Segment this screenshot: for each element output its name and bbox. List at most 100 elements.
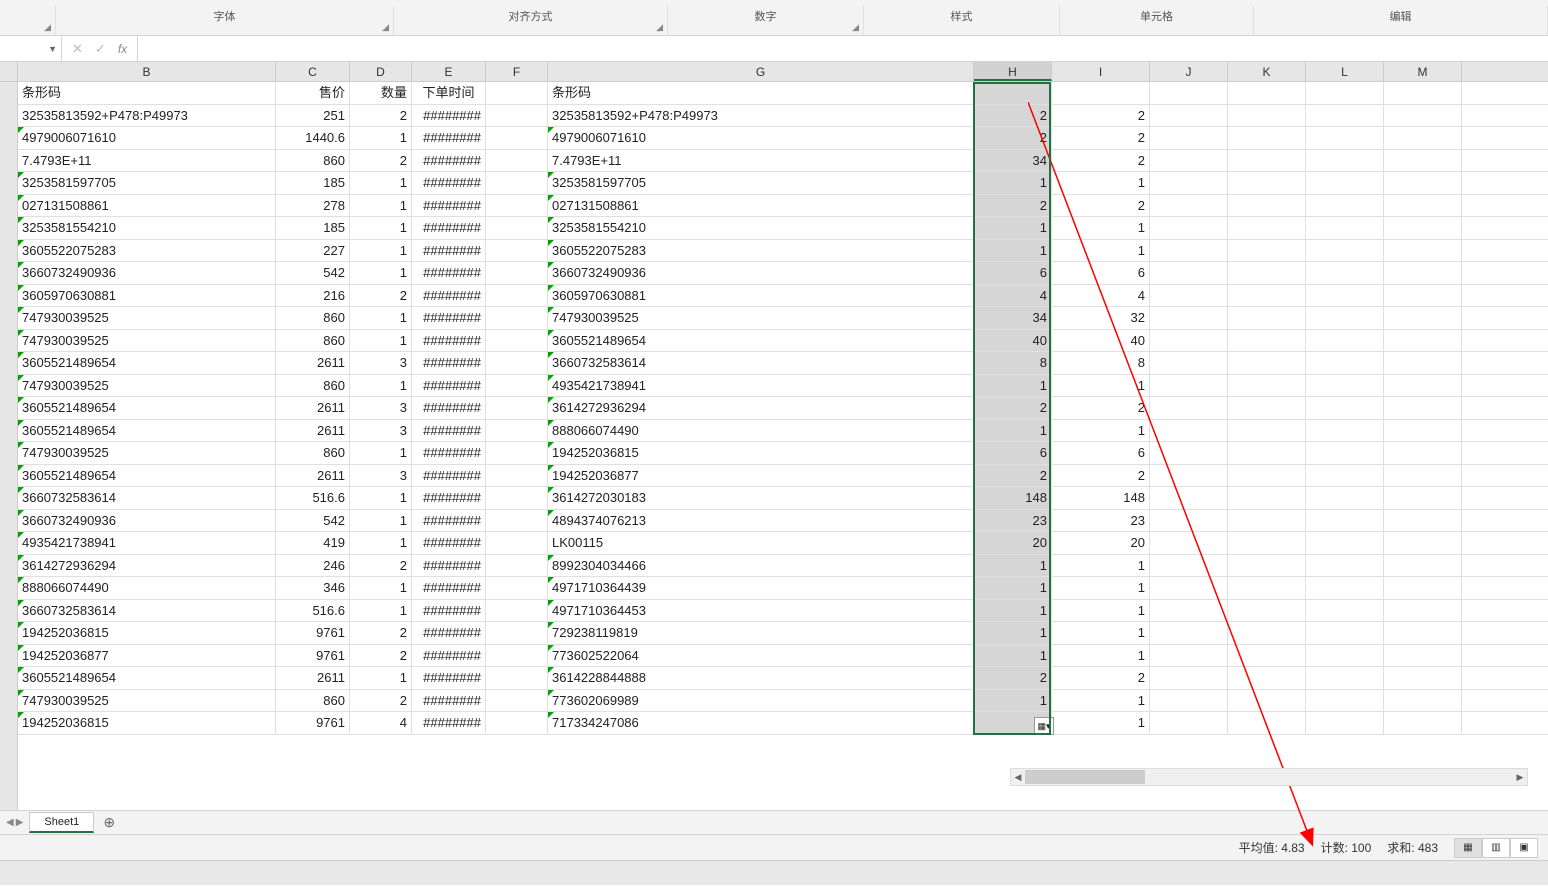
data-cell[interactable]: ######## [412,645,486,667]
data-cell[interactable]: 8 [1052,352,1150,374]
data-cell[interactable] [486,127,548,149]
sheet-tab[interactable]: Sheet1 [29,812,94,833]
error-indicator-icon[interactable] [18,690,24,696]
data-cell[interactable]: 2 [974,465,1052,487]
column-header[interactable]: C [276,62,350,81]
data-cell[interactable] [1228,307,1306,329]
data-cell[interactable] [1384,712,1462,734]
error-indicator-icon[interactable] [548,645,554,651]
data-cell[interactable]: 3605521489654 [18,667,276,689]
data-cell[interactable]: ######## [412,330,486,352]
cancel-icon[interactable]: ✕ [72,41,83,57]
data-cell[interactable]: 185 [276,217,350,239]
data-cell[interactable]: 20 [1052,532,1150,554]
error-indicator-icon[interactable] [548,442,554,448]
data-cell[interactable] [1228,420,1306,442]
data-cell[interactable]: 3 [350,397,412,419]
data-cell[interactable]: 3605522075283 [18,240,276,262]
data-cell[interactable]: 185 [276,172,350,194]
data-cell[interactable] [486,352,548,374]
data-cell[interactable] [1228,195,1306,217]
data-cell[interactable] [1228,127,1306,149]
data-cell[interactable] [486,600,548,622]
data-cell[interactable]: 6 [1052,442,1150,464]
scroll-right-icon[interactable]: ▶ [1513,772,1527,783]
data-cell[interactable]: ######## [412,127,486,149]
data-cell[interactable]: 860 [276,330,350,352]
formula-input[interactable] [138,36,1548,61]
data-cell[interactable]: 2 [350,555,412,577]
data-cell[interactable]: 3605521489654 [18,420,276,442]
data-cell[interactable]: 194252036815 [18,622,276,644]
data-cell[interactable] [1306,307,1384,329]
data-cell[interactable] [1306,577,1384,599]
error-indicator-icon[interactable] [18,555,24,561]
dialog-launcher-icon[interactable]: ◢ [852,22,859,33]
error-indicator-icon[interactable] [548,622,554,628]
data-cell[interactable] [486,442,548,464]
data-cell[interactable]: 3 [350,420,412,442]
data-cell[interactable]: 2 [1052,150,1150,172]
data-cell[interactable] [1384,307,1462,329]
data-cell[interactable] [486,217,548,239]
data-cell[interactable]: 6 [974,442,1052,464]
view-normal-button[interactable]: ▦ [1454,838,1482,858]
data-cell[interactable] [1150,555,1228,577]
data-cell[interactable]: ######## [412,397,486,419]
error-indicator-icon[interactable] [548,262,554,268]
column-header[interactable]: E [412,62,486,81]
data-cell[interactable]: 32535813592+P478:P49973 [18,105,276,127]
data-cell[interactable]: 1 [1052,217,1150,239]
data-cell[interactable] [1150,667,1228,689]
data-cell[interactable]: 747930039525 [18,690,276,712]
data-cell[interactable] [1306,352,1384,374]
data-cell[interactable]: 1 [974,172,1052,194]
data-cell[interactable] [486,690,548,712]
data-cell[interactable]: 1 [1052,577,1150,599]
error-indicator-icon[interactable] [548,195,554,201]
data-cell[interactable]: 747930039525 [548,307,974,329]
data-cell[interactable]: 1 [974,622,1052,644]
data-cell[interactable] [1228,352,1306,374]
data-cell[interactable]: 2611 [276,420,350,442]
data-cell[interactable] [1306,195,1384,217]
data-cell[interactable] [1228,330,1306,352]
data-cell[interactable] [1150,195,1228,217]
data-cell[interactable]: 3 [350,352,412,374]
error-indicator-icon[interactable] [548,172,554,178]
data-cell[interactable] [1228,622,1306,644]
data-cell[interactable] [1306,690,1384,712]
error-indicator-icon[interactable] [548,307,554,313]
data-cell[interactable]: 1 [350,600,412,622]
data-cell[interactable]: 3605522075283 [548,240,974,262]
error-indicator-icon[interactable] [18,577,24,583]
data-cell[interactable] [1228,645,1306,667]
header-cell[interactable]: 数量 [350,82,412,104]
data-cell[interactable]: 3605521489654 [548,330,974,352]
data-cell[interactable] [1384,195,1462,217]
error-indicator-icon[interactable] [548,667,554,673]
data-cell[interactable]: 3660732583614 [548,352,974,374]
data-cell[interactable] [486,307,548,329]
data-cell[interactable] [486,105,548,127]
column-header[interactable]: M [1384,62,1462,81]
error-indicator-icon[interactable] [18,712,24,718]
header-cell[interactable]: 条形码 [548,82,974,104]
data-cell[interactable]: 1 [1052,555,1150,577]
data-cell[interactable] [1150,465,1228,487]
data-cell[interactable]: 2 [1052,667,1150,689]
header-cell[interactable] [1150,82,1228,104]
data-cell[interactable] [486,465,548,487]
data-cell[interactable] [1150,487,1228,509]
data-cell[interactable] [1384,690,1462,712]
data-cell[interactable] [486,285,548,307]
data-cell[interactable]: 1 [1052,622,1150,644]
data-cell[interactable]: 1 [974,690,1052,712]
data-cell[interactable]: 32 [1052,307,1150,329]
data-cell[interactable]: 34 [974,150,1052,172]
data-cell[interactable] [1384,600,1462,622]
data-cell[interactable]: 747930039525 [18,307,276,329]
data-cell[interactable] [1384,375,1462,397]
data-cell[interactable] [1306,172,1384,194]
data-cell[interactable] [1150,217,1228,239]
